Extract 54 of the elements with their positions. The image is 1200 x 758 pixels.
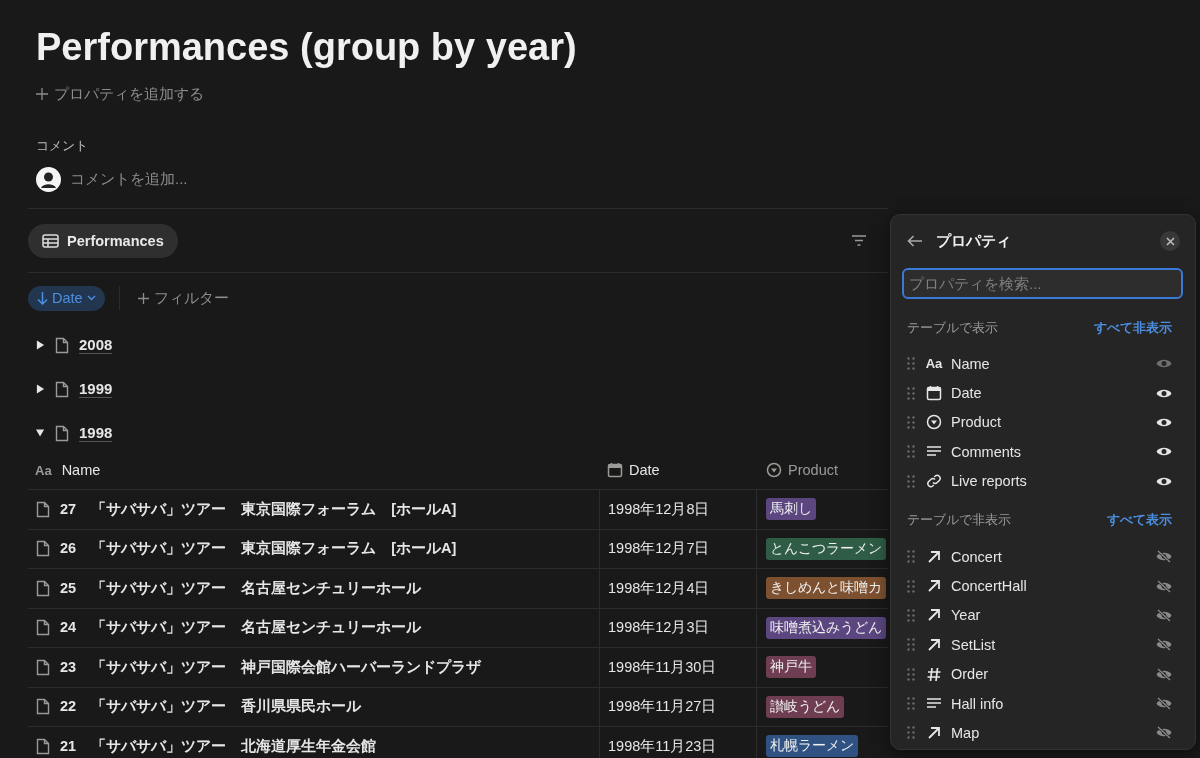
section-label: テーブルで表示: [907, 319, 998, 337]
property-name[interactable]: Product: [951, 414, 1156, 431]
date-cell: 1998年12月4日: [600, 569, 757, 608]
property-search-field[interactable]: プロパティを検索...: [902, 268, 1183, 299]
property-name[interactable]: Order: [951, 666, 1156, 683]
row-title[interactable]: 21 「サバサバ」ツアー 北海道厚生年金会館: [60, 736, 377, 756]
product-tag: 馬刺し: [766, 498, 816, 521]
property-name[interactable]: Hall info: [951, 695, 1156, 712]
section-label: テーブルで非表示: [907, 512, 1011, 530]
column-header[interactable]: Date: [629, 462, 660, 478]
product-tag: 神戸牛: [766, 656, 816, 679]
property-name[interactable]: ConcertHall: [951, 578, 1156, 595]
column-header[interactable]: Product: [788, 462, 838, 478]
property-name[interactable]: Comments: [951, 443, 1156, 460]
comments-label: コメント: [36, 137, 89, 155]
add-property-link[interactable]: プロパティを追加する: [54, 84, 204, 104]
date-cell: 1998年11月23日: [600, 727, 757, 758]
product-tag: 札幌ラーメン: [766, 735, 858, 758]
product-tag: きしめんと味噌カ: [766, 577, 886, 600]
property-name[interactable]: Year: [951, 607, 1156, 624]
date-cell: 1998年12月3日: [600, 608, 757, 647]
property-name[interactable]: SetList: [951, 636, 1156, 653]
row-title[interactable]: 26 「サバサバ」ツアー 東京国際フォーラム [ホールA]: [60, 539, 457, 559]
toggle-all-link[interactable]: すべて非表示: [1094, 319, 1172, 337]
property-name[interactable]: Name: [951, 355, 1156, 372]
text-type-icon: Aa: [925, 356, 943, 372]
row-title[interactable]: 27 「サバサバ」ツアー 東京国際フォーラム [ホールA]: [60, 499, 457, 519]
toggle-all-link[interactable]: すべて表示: [1107, 512, 1172, 530]
panel-title: プロパティ: [936, 231, 1012, 251]
product-tag: 讃岐うどん: [766, 695, 844, 718]
text-type-icon: Aa: [35, 462, 52, 478]
view-tab[interactable]: Performances: [28, 223, 178, 258]
column-header[interactable]: Name: [61, 462, 101, 478]
row-title[interactable]: 23 「サバサバ」ツアー 神戸国際会館ハーバーランドプラザ: [60, 657, 482, 677]
group-title[interactable]: 1999: [79, 380, 113, 398]
date-cell: 1998年12月8日: [600, 490, 757, 529]
property-name[interactable]: Live reports: [951, 473, 1156, 490]
page-title: Performances (group by year): [35, 25, 578, 70]
sort-chip[interactable]: Date: [28, 285, 105, 311]
row-title[interactable]: 25 「サバサバ」ツアー 名古屋センチュリーホール: [60, 578, 422, 598]
product-tag: 味噌煮込みうどん: [766, 616, 886, 639]
product-tag: とんこつラーメン: [766, 537, 886, 560]
group-title[interactable]: 2008: [79, 336, 113, 354]
property-name[interactable]: Map: [951, 725, 1156, 741]
comment-input-field[interactable]: コメントを追加...: [70, 169, 188, 189]
date-cell: 1998年11月30日: [600, 648, 757, 687]
property-name[interactable]: Concert: [951, 548, 1156, 565]
row-title[interactable]: 24 「サバサバ」ツアー 名古屋センチュリーホール: [60, 618, 422, 638]
add-filter-button[interactable]: フィルター: [137, 288, 229, 308]
date-cell: 1998年12月7日: [600, 529, 757, 568]
date-cell: 1998年11月27日: [600, 687, 757, 726]
group-title[interactable]: 1998: [79, 424, 113, 442]
property-name[interactable]: Date: [951, 385, 1156, 402]
row-title[interactable]: 22 「サバサバ」ツアー 香川県県民ホール: [60, 697, 362, 717]
